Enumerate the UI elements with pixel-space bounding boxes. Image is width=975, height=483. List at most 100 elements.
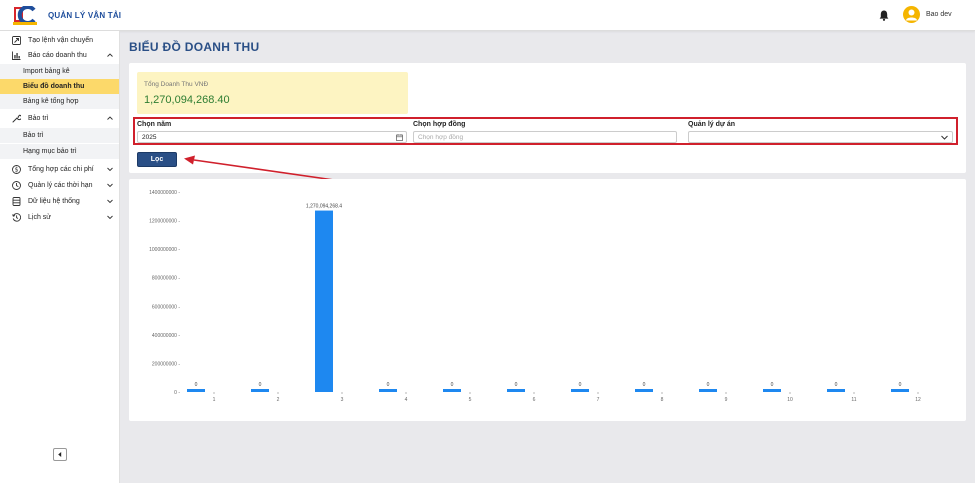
- data-label: 1,270,094,268.4: [306, 204, 342, 210]
- data-label: 0: [707, 382, 710, 388]
- y-tick-label: 1000000000 -: [149, 247, 180, 253]
- app-title: QUẢN LÝ VẬN TẢI: [48, 11, 122, 20]
- bar: [379, 389, 397, 392]
- route-icon: [12, 36, 21, 45]
- chevron-down-icon: [107, 199, 113, 204]
- caret-left-icon: [58, 452, 62, 457]
- data-label: 0: [451, 382, 454, 388]
- x-tick-label: 10: [787, 397, 793, 403]
- x-tick-label: 12: [915, 397, 921, 403]
- bar: [827, 389, 845, 392]
- year-input[interactable]: 2025: [137, 131, 407, 143]
- chevron-up-icon: [107, 116, 113, 120]
- filter-row: Chọn năm 2025 Chọn hợp đồng Chọn hợp đồn…: [133, 117, 958, 145]
- bell-icon[interactable]: [879, 10, 889, 21]
- bar: [699, 389, 717, 392]
- sidebar-item-label: Biểu đồ doanh thu: [23, 83, 85, 90]
- history-icon: [12, 213, 21, 222]
- chevron-down-icon: [107, 215, 113, 220]
- sidebar-item-label: Tạo lệnh vận chuyển: [28, 37, 93, 44]
- sidebar-item-quan-ly-thoi-han[interactable]: Quản lý các thời hạn: [0, 178, 119, 194]
- bar: [507, 389, 525, 392]
- contract-placeholder: Chọn hợp đồng: [418, 134, 464, 141]
- sidebar-item-tao-lenh[interactable]: Tạo lệnh vận chuyển: [0, 33, 119, 49]
- sidebar-subitem-hang-muc-bao-tri[interactable]: Hạng mục bảo trì: [0, 144, 119, 159]
- clock-icon: [12, 181, 21, 190]
- sidebar-item-label: Lịch sử: [28, 214, 51, 221]
- collapse-sidebar-button[interactable]: [53, 448, 67, 461]
- sidebar-item-tong-hop-chi-phi[interactable]: $ Tổng hợp các chi phí: [0, 162, 119, 178]
- database-icon: [12, 197, 21, 206]
- total-revenue-value: 1,270,094,268.40: [144, 94, 230, 106]
- sidebar-item-label: Bảo trì: [23, 132, 44, 139]
- total-revenue-box: Tổng Doanh Thu VNĐ 1,270,094,268.40: [137, 72, 408, 114]
- x-tick-label: 3: [341, 397, 344, 403]
- chevron-down-icon: [941, 135, 948, 140]
- sidebar-item-label: Bảng kê tổng hợp: [23, 98, 79, 105]
- contract-input[interactable]: Chọn hợp đồng: [413, 131, 677, 143]
- x-tick-label: 6: [533, 397, 536, 403]
- svg-text:$: $: [15, 167, 19, 174]
- user-name[interactable]: Bao dev: [926, 11, 952, 18]
- sidebar-item-label: Quản lý các thời hạn: [28, 182, 93, 189]
- data-label: 0: [387, 382, 390, 388]
- x-tick-label: 11: [851, 397, 856, 403]
- project-select[interactable]: [688, 131, 953, 143]
- y-tick-label: 1400000000 -: [149, 190, 180, 196]
- y-tick-label: 0 -: [174, 390, 180, 396]
- sidebar-item-label: Hạng mục bảo trì: [23, 148, 77, 155]
- x-tick-label: 1: [213, 397, 216, 403]
- bar: [251, 389, 269, 392]
- y-tick-label: 600000000 -: [152, 304, 180, 310]
- sidebar-item-label: Dữ liệu hệ thống: [28, 198, 80, 205]
- calendar-icon[interactable]: [396, 134, 403, 141]
- wrench-icon: [12, 114, 21, 123]
- sidebar-subitem-bieu-do-doanh-thu[interactable]: Biểu đồ doanh thu: [0, 79, 119, 94]
- chevron-up-icon: [107, 53, 113, 57]
- y-tick-label: 400000000 -: [152, 333, 180, 339]
- user-icon: [906, 9, 917, 21]
- company-logo-icon[interactable]: [13, 6, 37, 25]
- sidebar: Tạo lệnh vận chuyển Báo cáo doanh thu Im…: [0, 31, 120, 483]
- x-tick-label: 5: [469, 397, 472, 403]
- data-label: 0: [835, 382, 838, 388]
- revenue-bar-chart: 0 -200000000 -400000000 -600000000 -8000…: [149, 190, 921, 403]
- sidebar-item-lich-su[interactable]: Lịch sử: [0, 210, 119, 226]
- data-label: 0: [259, 382, 262, 388]
- sidebar-item-label: Báo cáo doanh thu: [28, 52, 87, 59]
- sidebar-subitem-bang-ke-tong-hop[interactable]: Bảng kê tổng hợp: [0, 94, 119, 109]
- data-label: 0: [643, 382, 646, 388]
- sidebar-item-bao-tri[interactable]: Bảo trì: [0, 111, 119, 127]
- sidebar-item-label: Import bảng kê: [23, 68, 70, 75]
- page-title: BIỂU ĐỒ DOANH THU: [129, 40, 260, 54]
- sidebar-item-du-lieu-he-thong[interactable]: Dữ liệu hệ thống: [0, 194, 119, 210]
- project-label: Quản lý dự án: [688, 121, 736, 128]
- x-tick-label: 8: [661, 397, 664, 403]
- avatar[interactable]: [903, 6, 920, 23]
- chevron-down-icon: [107, 183, 113, 188]
- chevron-down-icon: [107, 167, 113, 172]
- bar: [315, 210, 333, 392]
- bar: [571, 389, 589, 392]
- data-label: 0: [515, 382, 518, 388]
- sidebar-item-label: Bảo trì: [28, 115, 49, 122]
- filter-button[interactable]: Lọc: [137, 152, 177, 167]
- bar: [443, 389, 461, 392]
- data-label: 0: [579, 382, 582, 388]
- data-label: 0: [771, 382, 774, 388]
- x-tick-label: 7: [597, 397, 600, 403]
- y-tick-label: 1200000000 -: [149, 219, 180, 225]
- total-revenue-label: Tổng Doanh Thu VNĐ: [144, 81, 209, 88]
- bar: [187, 389, 205, 392]
- dollar-icon: $: [12, 165, 21, 174]
- x-tick-label: 2: [277, 397, 280, 403]
- contract-label: Chọn hợp đồng: [413, 121, 466, 128]
- bar: [635, 389, 653, 392]
- year-value: 2025: [142, 134, 157, 141]
- year-label: Chọn năm: [137, 121, 172, 128]
- sidebar-subitem-import-bang-ke[interactable]: Import bảng kê: [0, 64, 119, 79]
- y-tick-label: 800000000 -: [152, 276, 180, 282]
- sidebar-item-bao-cao-doanh-thu[interactable]: Báo cáo doanh thu: [0, 48, 119, 64]
- x-tick-label: 4: [405, 397, 408, 403]
- sidebar-subitem-bao-tri[interactable]: Bảo trì: [0, 128, 119, 143]
